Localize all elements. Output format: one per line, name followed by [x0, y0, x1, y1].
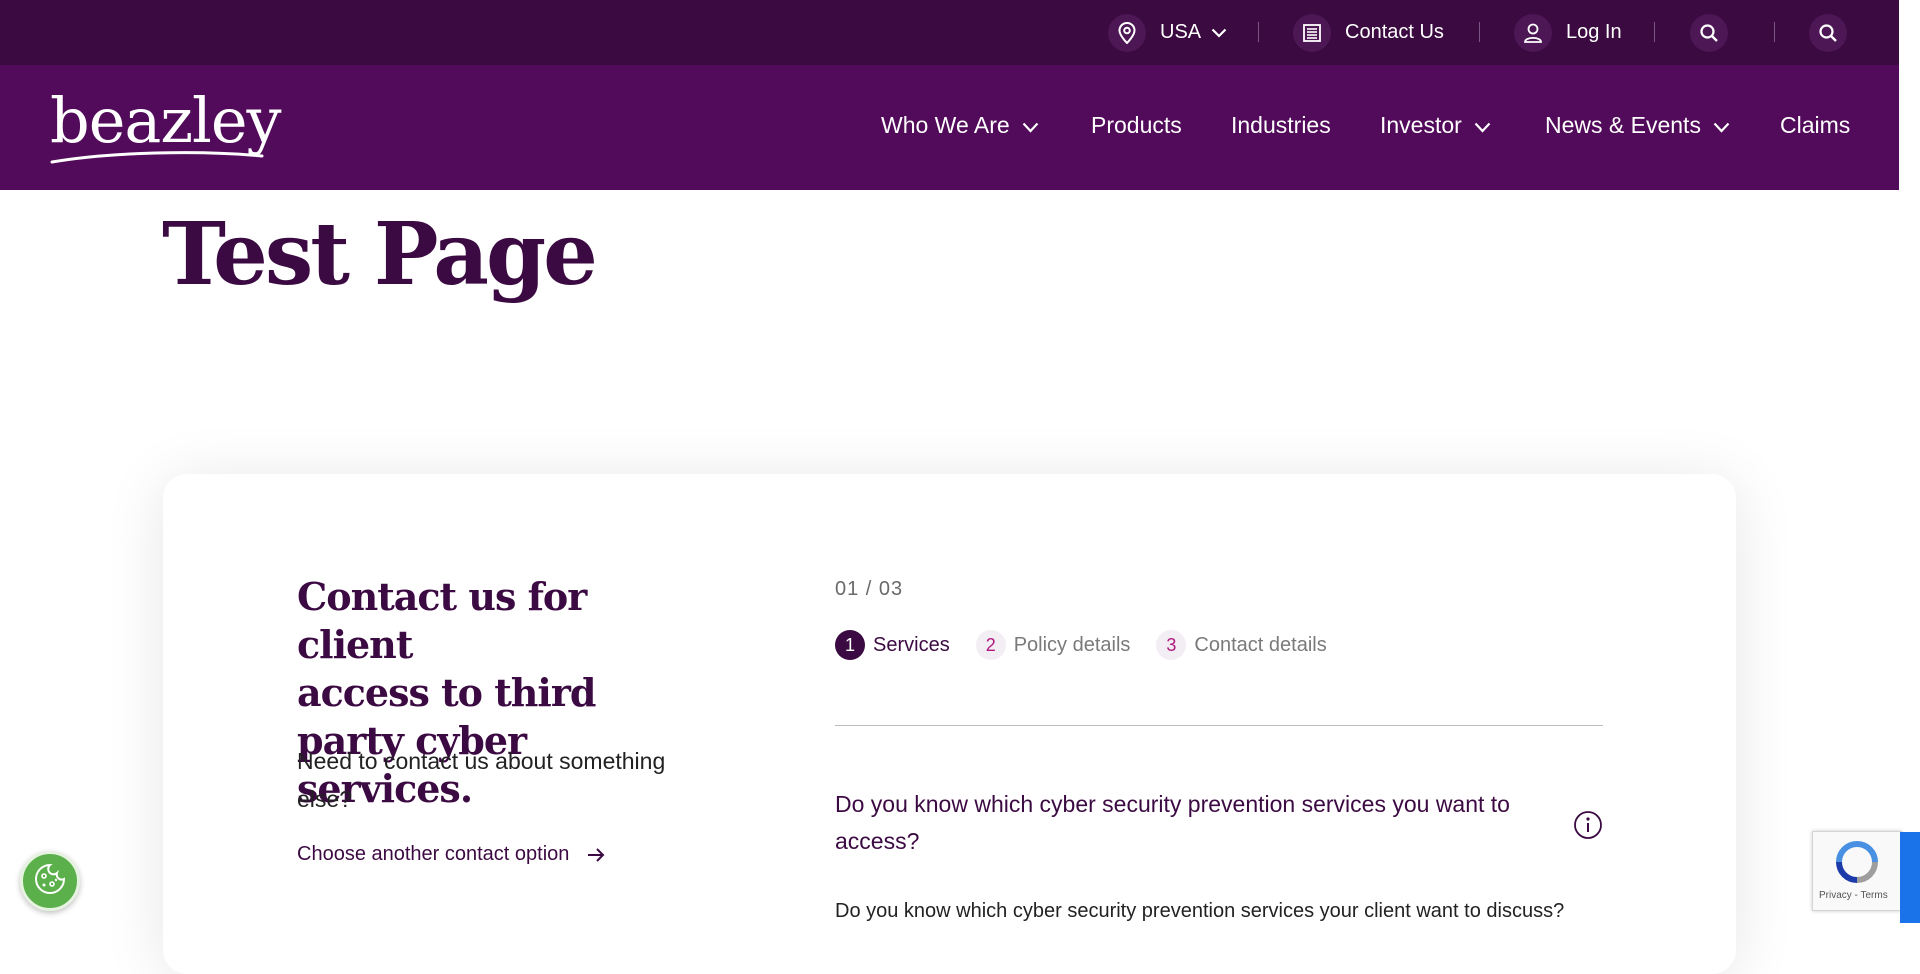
contact-label: Contact Us: [1345, 21, 1444, 43]
nav-label: Claims: [1780, 112, 1851, 138]
step-label: Contact details: [1194, 633, 1327, 656]
divider: [1774, 22, 1775, 42]
search-button[interactable]: [1690, 0, 1728, 65]
recaptcha-terms[interactable]: Privacy - Terms: [1819, 890, 1888, 901]
recaptcha-badge[interactable]: Privacy - Terms: [1812, 831, 1902, 911]
recaptcha-edge: [1900, 832, 1920, 923]
step-contact-details[interactable]: 3 Contact details: [1156, 630, 1327, 660]
step-number: 1: [835, 630, 865, 660]
divider: [1258, 22, 1259, 42]
region-label: USA: [1160, 21, 1202, 43]
chevron-down-icon: [1211, 21, 1227, 44]
form-question: Do you know which cyber security prevent…: [835, 791, 1510, 854]
divider: [1654, 22, 1655, 42]
chevron-down-icon: [1474, 112, 1491, 139]
contact-card-icon: [1293, 13, 1331, 52]
search-button-secondary[interactable]: [1809, 0, 1847, 65]
nav-industries[interactable]: Industries: [1231, 112, 1331, 139]
form-sub-question: Do you know which cyber security prevent…: [835, 900, 1565, 922]
page-title: Test Page: [162, 204, 598, 305]
beazley-logo[interactable]: beazley: [50, 84, 282, 164]
form-divider: [835, 725, 1603, 726]
nav-news-events[interactable]: News & Events: [1545, 112, 1730, 139]
nav-label: Who We Are: [881, 112, 1010, 138]
user-icon: [1514, 13, 1552, 52]
logo-wordmark: beazley: [50, 84, 282, 157]
divider: [1479, 22, 1480, 42]
utility-bar: USA Contact Us Log In: [0, 0, 1899, 65]
cookie-icon: [33, 862, 67, 901]
main-navigation: beazley Who We Are Products Industries I…: [0, 65, 1899, 190]
nav-label: Products: [1091, 112, 1182, 138]
card-heading-line: access to third: [297, 670, 596, 715]
step-label: Policy details: [1013, 633, 1131, 656]
step-number: 3: [1156, 630, 1187, 660]
info-icon[interactable]: [1573, 810, 1603, 845]
search-icon: [1690, 13, 1728, 52]
chevron-down-icon: [1022, 112, 1039, 139]
step-number: 2: [975, 630, 1006, 660]
login-label: Log In: [1566, 21, 1622, 43]
step-label: Services: [873, 633, 950, 656]
nav-label: News & Events: [1545, 112, 1701, 138]
card-heading-line: Contact us for client: [297, 574, 587, 667]
login-link[interactable]: Log In: [1514, 0, 1622, 65]
link-label: Choose another contact option: [297, 843, 570, 865]
nav-investor[interactable]: Investor: [1380, 112, 1491, 139]
arrow-right-icon: [587, 847, 605, 863]
step-indicator: 1 Services 2 Policy details 3 Contact de…: [835, 630, 1353, 660]
nav-products[interactable]: Products: [1091, 112, 1182, 139]
cookie-settings-button[interactable]: [20, 851, 80, 911]
recaptcha-icon: [1833, 838, 1881, 891]
nav-who-we-are[interactable]: Who We Are: [881, 112, 1039, 139]
step-counter: 01 / 03: [835, 578, 904, 600]
step-services[interactable]: 1 Services: [835, 630, 950, 660]
nav-label: Industries: [1231, 112, 1331, 138]
step-policy-details[interactable]: 2 Policy details: [975, 630, 1131, 660]
nav-label: Investor: [1380, 112, 1462, 138]
card-subtext: Need to contact us about something else?: [297, 748, 666, 812]
nav-claims[interactable]: Claims: [1780, 112, 1850, 139]
chevron-down-icon: [1713, 112, 1730, 139]
search-icon: [1809, 13, 1847, 52]
region-selector[interactable]: USA: [1108, 0, 1227, 65]
contact-link[interactable]: Contact Us: [1293, 0, 1444, 65]
location-pin-icon: [1108, 13, 1146, 52]
choose-contact-option-link[interactable]: Choose another contact option: [297, 843, 605, 866]
page-edge: [1899, 0, 1920, 190]
